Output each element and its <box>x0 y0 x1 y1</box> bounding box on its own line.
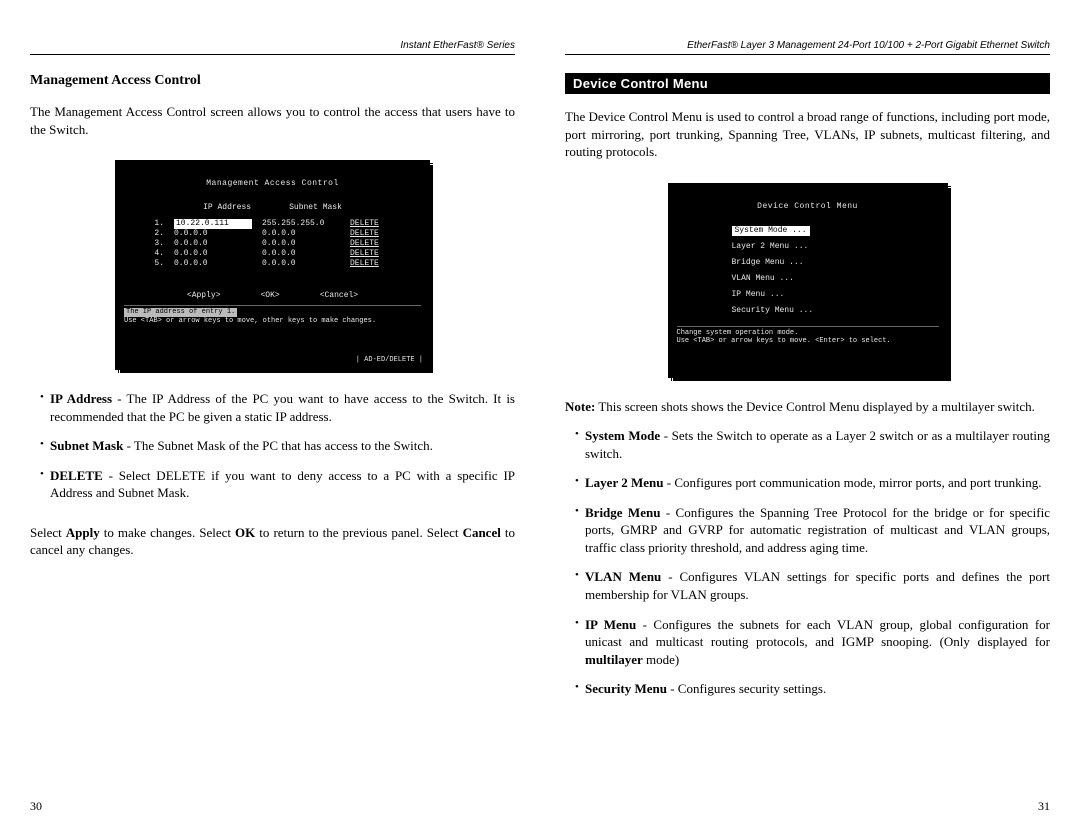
table-row: 5. 0.0.0.0 0.0.0.0 DELETE <box>154 259 421 269</box>
table-row: 3. 0.0.0.0 0.0.0.0 DELETE <box>154 239 421 249</box>
page-header-left: Instant EtherFast® Series <box>30 40 515 55</box>
list-item: Bridge Menu - Configures the Spanning Tr… <box>575 504 1050 557</box>
terminal-screenshot-left: Management Access Control IP Address Sub… <box>30 160 515 370</box>
list-item: DELETE - Select DELETE if you want to de… <box>40 467 515 502</box>
section-band: Device Control Menu <box>565 73 1050 94</box>
ok-label: <OK> <box>261 291 280 301</box>
terminal-corner: | AD-ED/DELETE | <box>356 356 423 365</box>
terminal-screenshot-right: Device Control Menu System Mode ... Laye… <box>565 183 1050 378</box>
page-left: Instant EtherFast® Series Management Acc… <box>30 40 515 814</box>
table-row: 2. 0.0.0.0 0.0.0.0 DELETE <box>154 229 421 239</box>
intro-paragraph: The Management Access Control screen all… <box>30 103 515 138</box>
terminal-title: Device Control Menu <box>677 202 939 212</box>
menu-item: Security Menu ... <box>732 306 939 316</box>
bullet-list-left: IP Address - The IP Address of the PC yo… <box>30 390 515 514</box>
terminal-hint: The IP address of entry 1. Use <TAB> or … <box>124 305 421 326</box>
terminal-column-headers: IP Address Subnet Mask <box>124 203 421 213</box>
terminal-hint: Change system operation mode. Use <TAB> … <box>677 326 939 347</box>
menu-item: VLAN Menu ... <box>732 274 939 284</box>
page-number-left: 30 <box>30 799 42 814</box>
list-item: VLAN Menu - Configures VLAN settings for… <box>575 568 1050 603</box>
menu-item: Layer 2 Menu ... <box>732 242 939 252</box>
terminal-menu: System Mode ... Layer 2 Menu ... Bridge … <box>732 226 939 316</box>
col-ip: IP Address <box>203 203 251 213</box>
page-right: EtherFast® Layer 3 Management 24-Port 10… <box>565 40 1050 814</box>
menu-item: System Mode ... <box>732 226 810 236</box>
page-number-right: 31 <box>1038 799 1050 814</box>
list-item: Layer 2 Menu - Configures port communica… <box>575 474 1050 492</box>
terminal-box: Management Access Control IP Address Sub… <box>115 160 430 370</box>
menu-item: IP Menu ... <box>732 290 939 300</box>
closing-paragraph: Select Apply to make changes. Select OK … <box>30 524 515 559</box>
apply-label: <Apply> <box>187 291 221 301</box>
list-item: Security Menu - Configures security sett… <box>575 680 1050 698</box>
terminal-rows: 1. 10.22.0.111 255.255.255.0 DELETE 2. 0… <box>154 219 421 269</box>
intro-paragraph-right: The Device Control Menu is used to contr… <box>565 108 1050 161</box>
bullet-list-right: System Mode - Sets the Switch to operate… <box>565 427 1050 710</box>
note-paragraph: Note: This screen shots shows the Device… <box>565 398 1050 416</box>
cancel-label: <Cancel> <box>320 291 358 301</box>
table-row: 1. 10.22.0.111 255.255.255.0 DELETE <box>154 219 421 229</box>
col-subnet: Subnet Mask <box>289 203 342 213</box>
list-item: System Mode - Sets the Switch to operate… <box>575 427 1050 462</box>
list-item: IP Menu - Configures the subnets for eac… <box>575 616 1050 669</box>
terminal-box: Device Control Menu System Mode ... Laye… <box>668 183 948 378</box>
terminal-title: Management Access Control <box>124 179 421 189</box>
terminal-actions: <Apply> <OK> <Cancel> <box>124 291 421 301</box>
list-item: IP Address - The IP Address of the PC yo… <box>40 390 515 425</box>
table-row: 4. 0.0.0.0 0.0.0.0 DELETE <box>154 249 421 259</box>
list-item: Subnet Mask - The Subnet Mask of the PC … <box>40 437 515 455</box>
section-subtitle: Management Access Control <box>30 73 515 89</box>
page-header-right: EtherFast® Layer 3 Management 24-Port 10… <box>565 40 1050 55</box>
menu-item: Bridge Menu ... <box>732 258 939 268</box>
